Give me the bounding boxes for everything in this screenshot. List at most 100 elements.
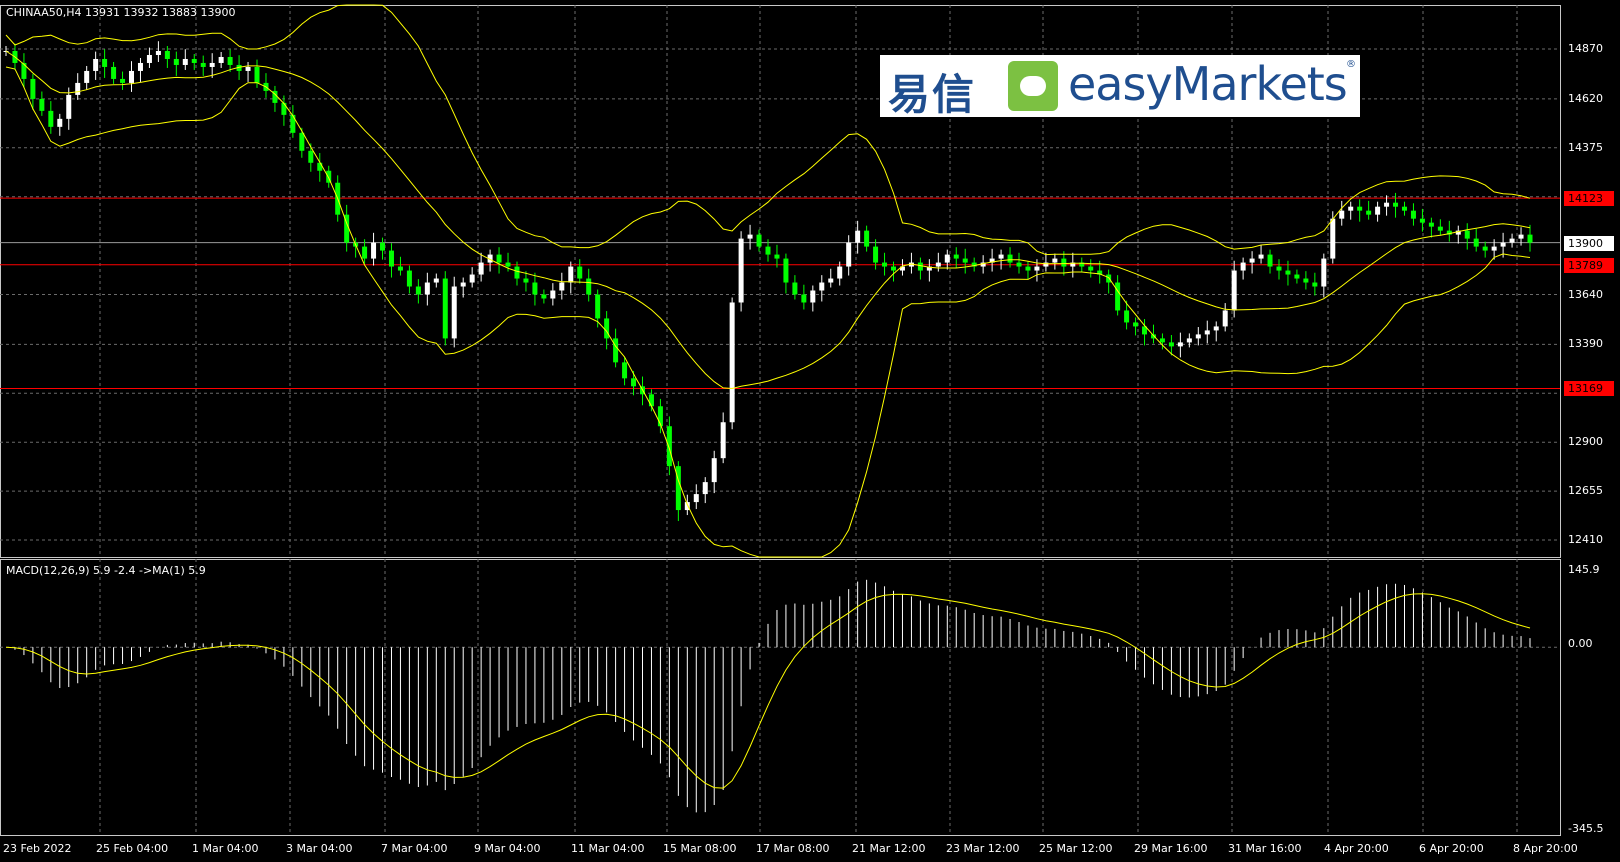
- candle-body: [1124, 310, 1130, 323]
- candle-body: [1518, 234, 1524, 239]
- candle-body: [917, 262, 923, 271]
- candle-body: [559, 282, 565, 291]
- price-axis-label: 14375: [1568, 140, 1603, 154]
- time-axis-label: 23 Feb 2022: [3, 842, 72, 855]
- candle-body: [1321, 258, 1327, 287]
- time-axis-label: 11 Mar 04:00: [571, 842, 645, 855]
- candle-body: [75, 82, 81, 95]
- time-axis-label: 25 Mar 12:00: [1039, 842, 1113, 855]
- candle-body: [792, 282, 798, 295]
- logo-mark-icon: [1008, 61, 1058, 111]
- candle-body: [1025, 266, 1031, 271]
- macd-signal-line: [5, 593, 1531, 789]
- candle-body: [1195, 334, 1201, 339]
- candle-body: [1527, 234, 1533, 243]
- candle-body: [120, 78, 126, 83]
- candle-body: [1303, 278, 1309, 283]
- candle-body: [962, 258, 968, 263]
- time-axis-label: 9 Mar 04:00: [474, 842, 541, 855]
- price-tag-upper-level: 14123: [1564, 191, 1614, 206]
- price-axis-label: 12900: [1568, 435, 1603, 449]
- candle-body: [1034, 266, 1040, 271]
- candle-body: [1186, 338, 1192, 343]
- candle-body: [631, 378, 637, 387]
- candle-body: [604, 318, 610, 339]
- price-axis-label: 13390: [1568, 337, 1603, 351]
- candle-body: [1473, 238, 1479, 247]
- candle-body: [218, 56, 224, 63]
- candle-body: [478, 262, 484, 275]
- candle-body: [935, 262, 941, 267]
- candle-body: [1419, 218, 1425, 223]
- candle-body: [362, 246, 368, 259]
- candle-body: [568, 266, 574, 283]
- candle-body: [622, 362, 628, 379]
- candle-body: [1016, 262, 1022, 267]
- candle-body: [738, 238, 744, 303]
- time-axis-label: 7 Mar 04:00: [381, 842, 448, 855]
- candle-body: [1437, 226, 1443, 231]
- candle-body: [200, 62, 206, 67]
- candle-body: [245, 66, 251, 71]
- candle-body: [496, 254, 502, 263]
- candle-body: [30, 78, 36, 99]
- candle-body: [595, 294, 601, 319]
- candle-body: [1393, 202, 1399, 207]
- candle-body: [137, 62, 143, 71]
- price-tag-current: 13900: [1564, 236, 1614, 251]
- candle-body: [442, 278, 448, 339]
- price-tag-lower-level: 13169: [1564, 381, 1614, 396]
- candle-body: [1500, 242, 1506, 247]
- candle-body: [1482, 246, 1488, 251]
- candle-body: [532, 282, 538, 295]
- candle-body: [1007, 254, 1013, 263]
- candle-body: [810, 290, 816, 303]
- candle-body: [711, 458, 717, 483]
- time-axis-label: 1 Mar 04:00: [192, 842, 259, 855]
- candle-body: [380, 242, 386, 251]
- candle-body: [57, 118, 63, 127]
- candle-body: [747, 234, 753, 239]
- candle-body: [891, 266, 897, 271]
- candle-body: [84, 70, 90, 83]
- candle-body: [164, 50, 170, 59]
- candle-body: [397, 266, 403, 271]
- time-axis-label: 23 Mar 12:00: [946, 842, 1020, 855]
- candle-body: [317, 162, 323, 171]
- candle-body: [1509, 238, 1515, 243]
- time-axis-label: 15 Mar 08:00: [663, 842, 737, 855]
- candle-body: [1213, 326, 1219, 331]
- time-axis-label: 25 Feb 04:00: [96, 842, 169, 855]
- candle-body: [648, 394, 654, 407]
- candle-body: [281, 102, 287, 115]
- candle-body: [541, 294, 547, 299]
- candle-body: [1159, 338, 1165, 343]
- candle-body: [613, 338, 619, 363]
- time-axis-label: 8 Apr 20:00: [1513, 842, 1578, 855]
- time-axis-label: 21 Mar 12:00: [852, 842, 926, 855]
- candle-body: [308, 150, 314, 163]
- candle-body: [514, 266, 520, 279]
- candle-body: [388, 250, 394, 267]
- candle-body: [1222, 310, 1228, 327]
- candle-body: [209, 62, 215, 67]
- candle-body: [953, 254, 959, 259]
- candle-body: [756, 234, 762, 247]
- candle-body: [765, 246, 771, 255]
- candle-body: [828, 278, 834, 283]
- candle-body: [460, 282, 466, 287]
- candle-body: [451, 286, 457, 339]
- candle-body: [523, 278, 529, 283]
- price-axis-label: 14870: [1568, 42, 1603, 55]
- candle-body: [729, 302, 735, 423]
- price-tag-middle-level: 13789: [1564, 258, 1614, 273]
- candle-body: [1410, 210, 1416, 219]
- candle-body: [227, 56, 233, 65]
- time-axis-label: 31 Mar 16:00: [1228, 842, 1302, 855]
- candle-body: [1168, 342, 1174, 347]
- candle-body: [577, 266, 583, 279]
- candle-body: [48, 110, 54, 127]
- candle-body: [1375, 206, 1381, 215]
- candle-body: [1401, 206, 1407, 211]
- candle-body: [1276, 266, 1282, 271]
